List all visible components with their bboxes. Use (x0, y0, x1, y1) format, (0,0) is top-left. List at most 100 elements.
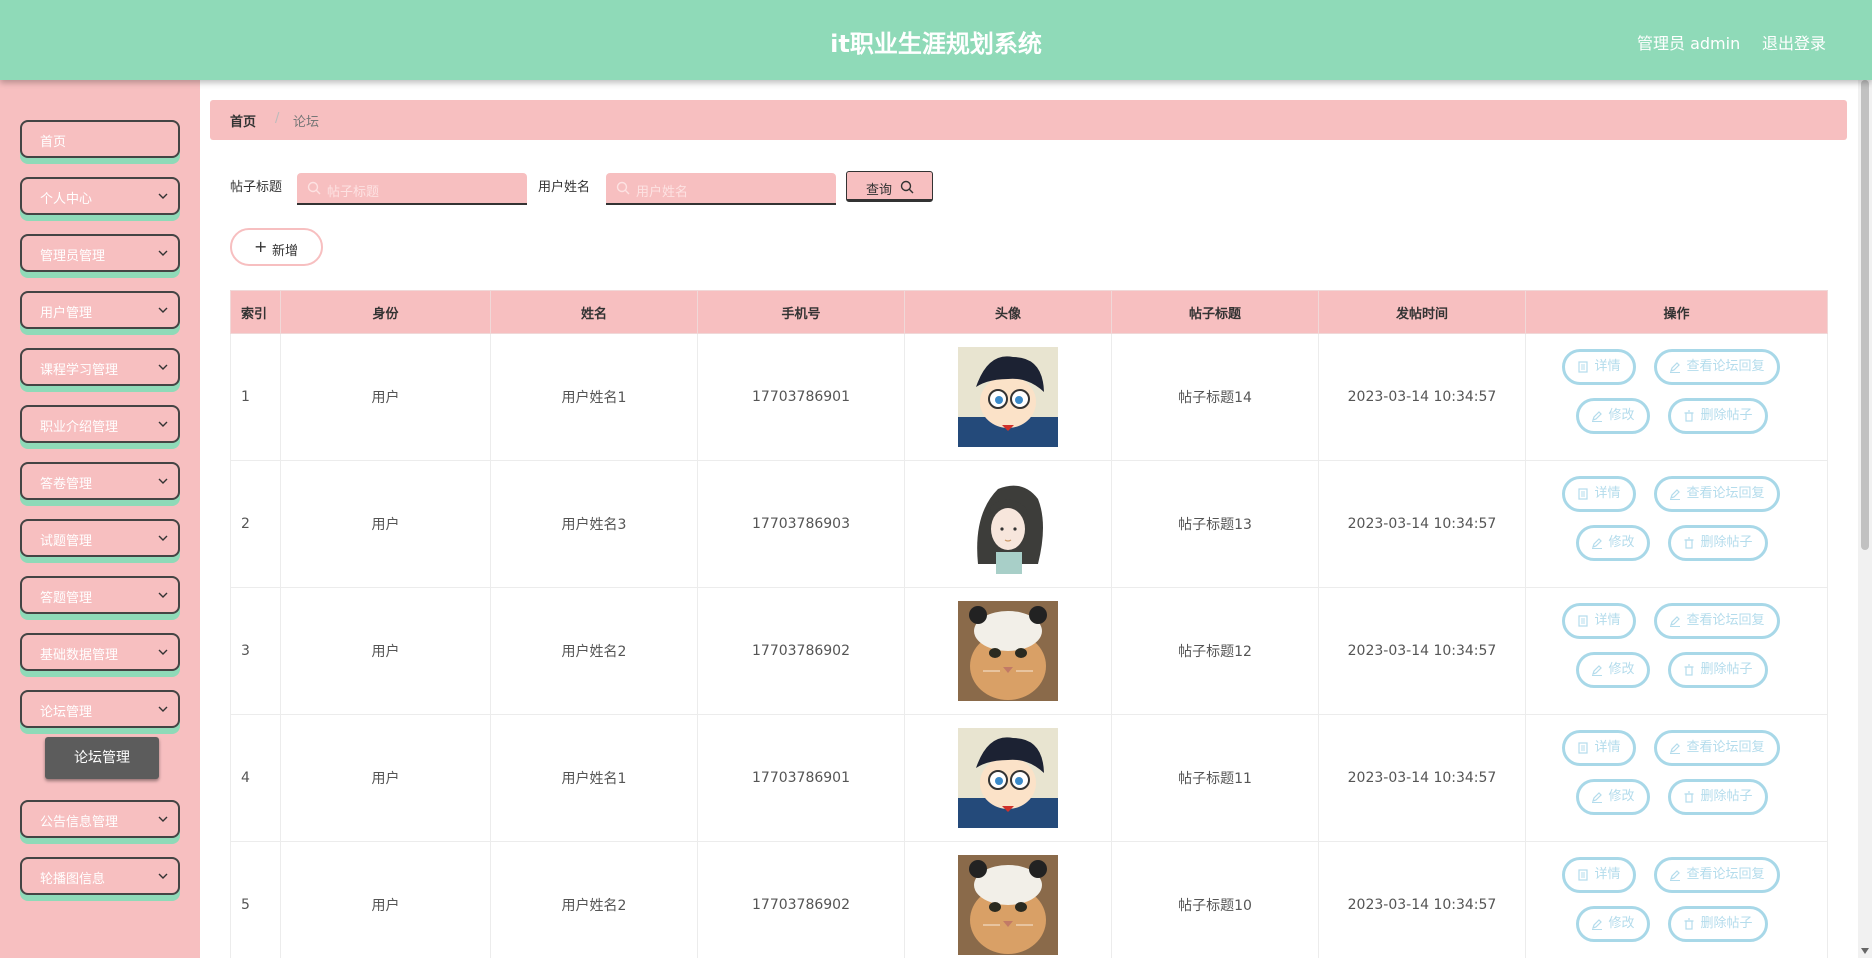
cat-avatar (958, 855, 1058, 955)
sidebar-item-answer-management[interactable]: 答题管理 (20, 576, 180, 614)
sidebar-item-label: 答卷管理 (40, 477, 93, 492)
cell-name: 用户姓名1 (490, 333, 698, 461)
cell-phone: 17703786903 (697, 460, 905, 588)
detail-button[interactable]: 详情 (1561, 730, 1636, 766)
table-row: 1 用户 用户姓名1 17703786901 帖子标题14 2023-03-14 10:… (230, 333, 1828, 461)
sidebar-item-question-management[interactable]: 试题管理 (20, 519, 180, 557)
sidebar-item-career-management[interactable]: 职业介绍管理 (20, 405, 180, 443)
edit-button[interactable]: 修改 (1575, 906, 1650, 942)
document-icon (1577, 869, 1588, 881)
detail-button[interactable]: 详情 (1561, 476, 1636, 512)
trash-icon (1684, 664, 1693, 676)
post-title-placeholder: 帖子标题 (327, 185, 380, 200)
sidebar-item-answer-sheet-management[interactable]: 答卷管理 (20, 462, 180, 500)
query-button[interactable]: 查询 (846, 171, 933, 202)
col-header-post-time: 发帖时间 (1318, 290, 1526, 334)
chevron-down-icon (158, 706, 168, 712)
edit-button-label: 修改 (1608, 789, 1635, 804)
sidebar-item-label: 答题管理 (40, 591, 93, 606)
detail-button[interactable]: 详情 (1561, 857, 1636, 893)
chevron-down-icon (158, 421, 168, 427)
sidebar-item-admin-management[interactable]: 管理员管理 (20, 234, 180, 272)
logout-link[interactable]: 退出登录 (1762, 30, 1826, 54)
cell-name: 用户姓名2 (490, 841, 698, 958)
post-title-label: 帖子标题 (230, 180, 283, 195)
delete-post-button[interactable]: 删除帖子 (1667, 525, 1768, 561)
edit-button[interactable]: 修改 (1575, 652, 1650, 688)
edit-button-label: 修改 (1608, 408, 1635, 423)
edit-pencil-icon (1669, 489, 1680, 500)
sidebar-item-label: 管理员管理 (40, 249, 106, 264)
add-button[interactable]: + 新增 (230, 228, 323, 266)
scroll-down-arrow-icon[interactable] (1861, 948, 1869, 954)
cell-phone: 17703786902 (697, 841, 905, 958)
sidebar-item-label: 论坛管理 (40, 705, 93, 720)
user-name-input[interactable]: 用户姓名 (606, 173, 836, 205)
breadcrumb-current: 论坛 (293, 115, 320, 130)
girl-avatar (958, 474, 1058, 574)
sidebar-item-forum-management[interactable]: 论坛管理 (20, 690, 180, 728)
delete-post-button[interactable]: 删除帖子 (1667, 398, 1768, 434)
boy-avatar (958, 728, 1058, 828)
cell-index: 1 (230, 333, 281, 461)
cell-avatar (904, 333, 1112, 461)
sidebar-item-label: 课程学习管理 (40, 363, 119, 378)
edit-button[interactable]: 修改 (1575, 398, 1650, 434)
cell-index: 4 (230, 714, 281, 842)
edit-pencil-icon (1669, 743, 1680, 754)
post-title-input[interactable]: 帖子标题 (297, 173, 527, 205)
plus-icon: + (254, 237, 268, 256)
edit-button[interactable]: 修改 (1575, 779, 1650, 815)
cell-phone: 17703786901 (697, 333, 905, 461)
col-header-role: 身份 (280, 290, 491, 334)
cell-actions: 详情 查看论坛回复修改 删除帖子 (1525, 841, 1828, 958)
table-row: 3 用户 用户姓名2 17703786902 帖子标题12 2023-03-14 10:… (230, 587, 1828, 715)
sidebar-item-profile[interactable]: 个人中心 (20, 177, 180, 215)
breadcrumb-home[interactable]: 首页 (230, 111, 256, 130)
sidebar-item-home[interactable]: 首页 (20, 120, 180, 158)
view-replies-button-label: 查看论坛回复 (1686, 613, 1765, 628)
detail-button-label: 详情 (1594, 740, 1621, 755)
col-header-phone: 手机号 (697, 290, 905, 334)
detail-button-label: 详情 (1594, 359, 1621, 374)
view-replies-button-label: 查看论坛回复 (1686, 867, 1765, 882)
sidebar-subitem-forum-management[interactable]: 论坛管理 (45, 737, 159, 779)
edit-pencil-icon (1669, 616, 1680, 627)
top-header: it职业生涯规划系统 管理员 admin 退出登录 (0, 0, 1872, 80)
edit-pencil-icon (1591, 919, 1602, 930)
table-row: 2 用户 用户姓名3 17703786903 帖子标题13 2023-03-14 10:… (230, 460, 1828, 588)
col-header-actions: 操作 (1525, 290, 1828, 334)
scrollbar-thumb[interactable] (1861, 80, 1869, 550)
view-replies-button[interactable]: 查看论坛回复 (1653, 476, 1780, 512)
cat-avatar (958, 601, 1058, 701)
detail-button[interactable]: 详情 (1561, 349, 1636, 385)
edit-pencil-icon (1669, 362, 1680, 373)
edit-button[interactable]: 修改 (1575, 525, 1650, 561)
view-replies-button-label: 查看论坛回复 (1686, 740, 1765, 755)
delete-post-button[interactable]: 删除帖子 (1667, 652, 1768, 688)
delete-post-button[interactable]: 删除帖子 (1667, 779, 1768, 815)
document-icon (1577, 488, 1588, 500)
sidebar-item-notice-management[interactable]: 公告信息管理 (20, 800, 180, 838)
cell-actions: 详情 查看论坛回复修改 删除帖子 (1525, 460, 1828, 588)
cell-post-title: 帖子标题10 (1111, 841, 1319, 958)
sidebar-item-course-management[interactable]: 课程学习管理 (20, 348, 180, 386)
view-replies-button[interactable]: 查看论坛回复 (1653, 730, 1780, 766)
cell-avatar (904, 587, 1112, 715)
chevron-down-icon (158, 816, 168, 822)
admin-user-label: 管理员 admin (1637, 34, 1741, 53)
delete-post-button[interactable]: 删除帖子 (1667, 906, 1768, 942)
view-replies-button[interactable]: 查看论坛回复 (1653, 349, 1780, 385)
detail-button[interactable]: 详情 (1561, 603, 1636, 639)
vertical-scrollbar[interactable] (1858, 80, 1872, 958)
cell-phone: 17703786901 (697, 714, 905, 842)
sidebar-item-base-data-management[interactable]: 基础数据管理 (20, 633, 180, 671)
sidebar-item-label: 基础数据管理 (40, 648, 119, 663)
cell-avatar (904, 460, 1112, 588)
edit-pencil-icon (1591, 665, 1602, 676)
view-replies-button[interactable]: 查看论坛回复 (1653, 603, 1780, 639)
sidebar-item-carousel[interactable]: 轮播图信息 (20, 857, 180, 895)
sidebar-item-user-management[interactable]: 用户管理 (20, 291, 180, 329)
edit-button-label: 修改 (1608, 535, 1635, 550)
view-replies-button[interactable]: 查看论坛回复 (1653, 857, 1780, 893)
